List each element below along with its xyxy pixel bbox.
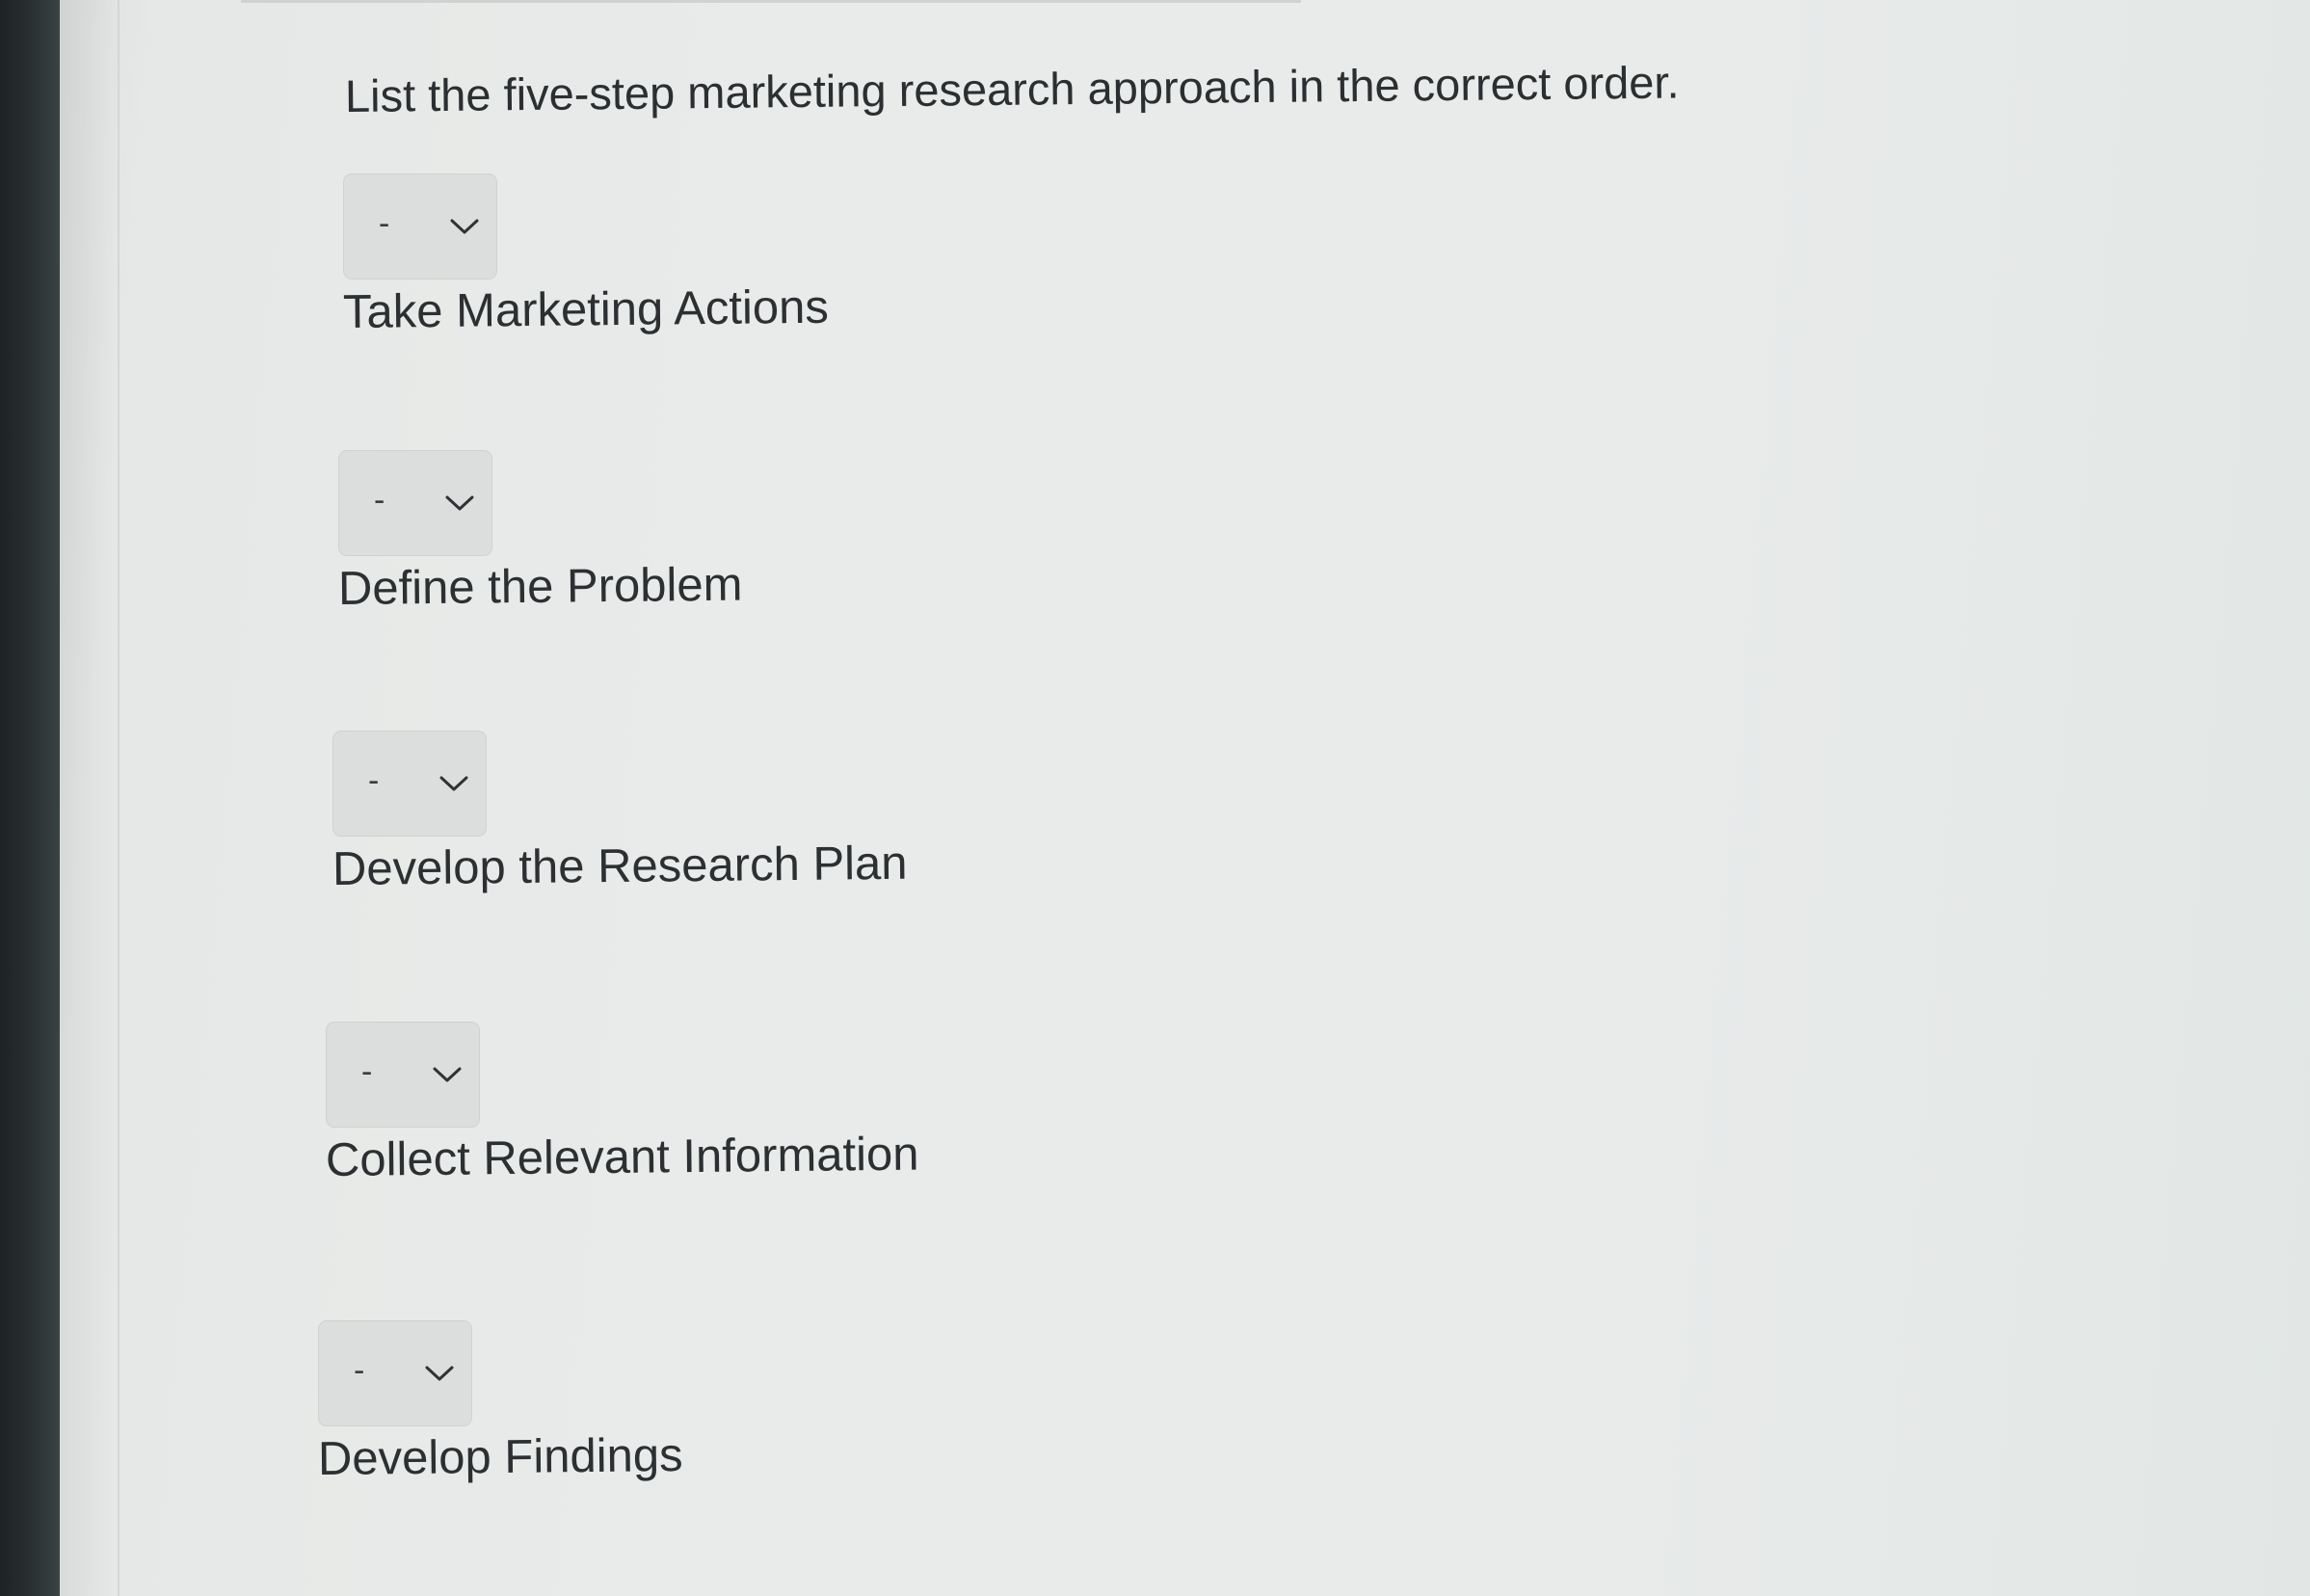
chevron-down-icon bbox=[439, 776, 468, 791]
step-label: Collect Relevant Information bbox=[325, 1128, 919, 1186]
step-item-1: - Take Marketing Actions bbox=[343, 173, 829, 339]
order-select-1[interactable]: - bbox=[343, 173, 497, 279]
chevron-down-icon bbox=[433, 1067, 462, 1082]
order-select-3[interactable]: - bbox=[332, 731, 487, 837]
step-label: Define the Problem bbox=[337, 558, 743, 615]
order-select-value: - bbox=[354, 1352, 365, 1389]
step-label: Develop the Research Plan bbox=[332, 837, 908, 895]
screen-bezel bbox=[0, 0, 60, 1596]
order-select-value: - bbox=[374, 482, 385, 519]
order-select-5[interactable]: - bbox=[318, 1320, 472, 1426]
page-edge-shadow bbox=[60, 0, 118, 1596]
order-select-4[interactable]: - bbox=[326, 1022, 480, 1128]
step-item-3: - Develop the Research Plan bbox=[332, 731, 908, 896]
step-item-5: - Develop Findings bbox=[318, 1320, 683, 1486]
top-divider bbox=[241, 0, 1301, 3]
left-divider bbox=[118, 0, 119, 1596]
order-select-2[interactable]: - bbox=[338, 450, 492, 556]
order-select-value: - bbox=[368, 762, 380, 799]
step-item-2: - Define the Problem bbox=[337, 450, 743, 616]
step-label: Develop Findings bbox=[317, 1429, 683, 1485]
order-select-value: - bbox=[379, 205, 390, 242]
chevron-down-icon bbox=[450, 219, 479, 234]
order-select-value: - bbox=[361, 1053, 373, 1090]
chevron-down-icon bbox=[445, 495, 474, 511]
step-label: Take Marketing Actions bbox=[342, 280, 830, 338]
chevron-down-icon bbox=[425, 1366, 454, 1381]
step-item-4: - Collect Relevant Information bbox=[326, 1022, 919, 1187]
